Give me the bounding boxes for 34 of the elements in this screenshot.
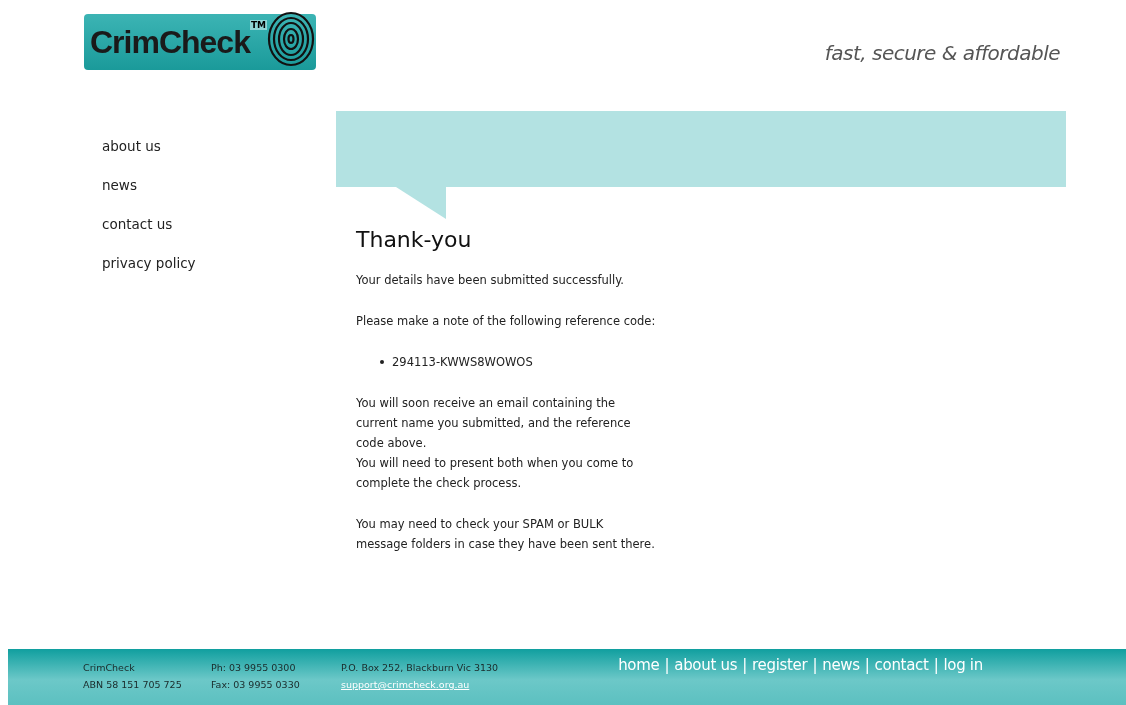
sidebar-link[interactable]: news	[102, 175, 336, 195]
separator: |	[664, 656, 670, 676]
footer-nav-link[interactable]: log in	[943, 656, 983, 705]
paragraph: Your details have been submitted successfully.	[356, 272, 625, 289]
footer-text: Fax: 03 9955 0330	[211, 678, 301, 692]
footer-nav-link[interactable]: home	[618, 656, 660, 705]
separator: |	[933, 656, 939, 676]
footer-text: P.O. Box 252, Blackburn Vic 3130	[341, 661, 499, 675]
footer-text: Ph: 03 9955 0300	[211, 661, 297, 675]
footer-text: ABN 58 151 705 725	[83, 678, 183, 692]
footer-text: CrimCheck	[83, 661, 136, 675]
reference-code: 294113-KWWS8WOWOS	[392, 354, 533, 371]
logo[interactable]: CrimCheck$^{TM}$	[84, 14, 316, 70]
paragraph: Please make a note of the following reference code:	[356, 313, 657, 330]
footer-nav-link[interactable]: register	[751, 656, 808, 705]
sidebar-link[interactable]: about us	[102, 136, 336, 156]
separator: |	[812, 656, 818, 676]
separator: |	[742, 656, 747, 676]
email-link[interactable]: support@crimcheck.org.au	[341, 676, 499, 693]
tagline: fast, secure & affordable	[824, 41, 1060, 65]
logo-text: CrimCheck	[90, 23, 250, 61]
sidebar-link[interactable]: privacy policy	[102, 253, 336, 273]
trademark-mark: TM	[249, 20, 268, 30]
footer-nav-link[interactable]: about us	[674, 656, 738, 705]
sidebar-link[interactable]: contact us	[102, 214, 336, 234]
paragraph: You may need to check your SPAM or BULK message folders in case they have been sent there.	[356, 516, 656, 553]
speech-tail	[396, 187, 448, 219]
footer-nav-link[interactable]: contact	[874, 656, 929, 705]
paragraph: You will soon receive an email containing the current name you submitted, and the reference code above. You will need to present both when you come to complete the check process.	[356, 395, 635, 492]
footer-nav-link[interactable]: news	[822, 656, 860, 705]
separator: |	[864, 656, 870, 676]
fingerprint-icon	[266, 10, 316, 68]
bullet-icon	[380, 360, 384, 364]
page-title: Thank-you	[356, 227, 473, 252]
